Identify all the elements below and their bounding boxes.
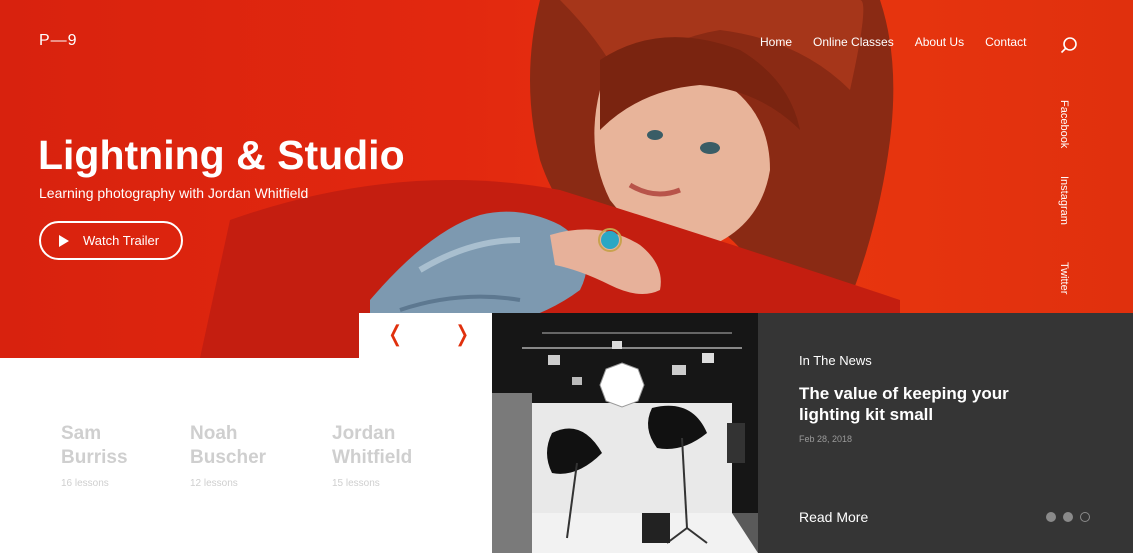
instructor-last-name: Whitfield bbox=[332, 447, 413, 468]
site-logo[interactable]: P—9 bbox=[39, 32, 78, 50]
social-link-instagram[interactable]: Instagram bbox=[1058, 176, 1070, 225]
news-eyebrow: In The News bbox=[799, 353, 872, 368]
nav-item-online-classes[interactable]: Online Classes bbox=[813, 35, 894, 49]
hero-section bbox=[0, 0, 1133, 358]
search-icon[interactable] bbox=[1060, 36, 1078, 54]
pagination-dot[interactable] bbox=[1063, 512, 1073, 522]
instructor-lessons: 16 lessons bbox=[61, 478, 109, 489]
news-title[interactable]: The value of keeping your lighting kit s… bbox=[799, 383, 1069, 425]
hero-photo bbox=[200, 0, 900, 358]
watch-trailer-button[interactable]: Watch Trailer bbox=[39, 221, 183, 260]
news-panel: In The News The value of keeping your li… bbox=[758, 313, 1133, 553]
social-link-facebook[interactable]: Facebook bbox=[1058, 100, 1070, 148]
pagination-dot[interactable] bbox=[1046, 512, 1056, 522]
instructor-card[interactable]: Noah Buscher 12 lessons bbox=[190, 422, 310, 489]
instructor-first-name: Noah bbox=[190, 423, 238, 444]
main-nav: Home Online Classes About Us Contact bbox=[760, 35, 1047, 49]
instructor-last-name: Burriss bbox=[61, 447, 128, 468]
watch-trailer-label: Watch Trailer bbox=[83, 233, 160, 248]
instructor-card[interactable]: Jordan Whitfield 15 lessons bbox=[332, 422, 452, 489]
studio-photo bbox=[492, 313, 758, 553]
nav-item-home[interactable]: Home bbox=[760, 35, 792, 49]
social-link-twitter[interactable]: Twitter bbox=[1058, 262, 1070, 294]
read-more-link[interactable]: Read More bbox=[799, 509, 868, 525]
pagination-dot-active[interactable] bbox=[1080, 512, 1090, 522]
news-date: Feb 28, 2018 bbox=[799, 434, 853, 444]
chevron-left-icon[interactable]: ❬ bbox=[386, 322, 404, 347]
studio-illustration bbox=[492, 313, 758, 553]
chevron-right-icon[interactable]: ❭ bbox=[453, 322, 471, 347]
instructor-first-name: Jordan bbox=[332, 423, 396, 444]
nav-item-contact[interactable]: Contact bbox=[985, 35, 1026, 49]
instructor-lessons: 12 lessons bbox=[190, 478, 238, 489]
slider-controls bbox=[359, 313, 492, 358]
instructor-first-name: Sam bbox=[61, 423, 102, 444]
news-pagination bbox=[1046, 512, 1090, 522]
instructor-card[interactable]: Sam Burriss 16 lessons bbox=[61, 422, 181, 489]
hero-subtitle: Learning photography with Jordan Whitfie… bbox=[39, 185, 309, 201]
instructor-lessons: 15 lessons bbox=[332, 478, 380, 489]
instructor-last-name: Buscher bbox=[190, 447, 267, 468]
instructors-list: Sam Burriss 16 lessons Noah Buscher 12 l… bbox=[0, 358, 492, 553]
nav-item-about-us[interactable]: About Us bbox=[915, 35, 964, 49]
hero-title: Lightning & Studio bbox=[38, 132, 405, 178]
play-icon bbox=[59, 234, 69, 247]
